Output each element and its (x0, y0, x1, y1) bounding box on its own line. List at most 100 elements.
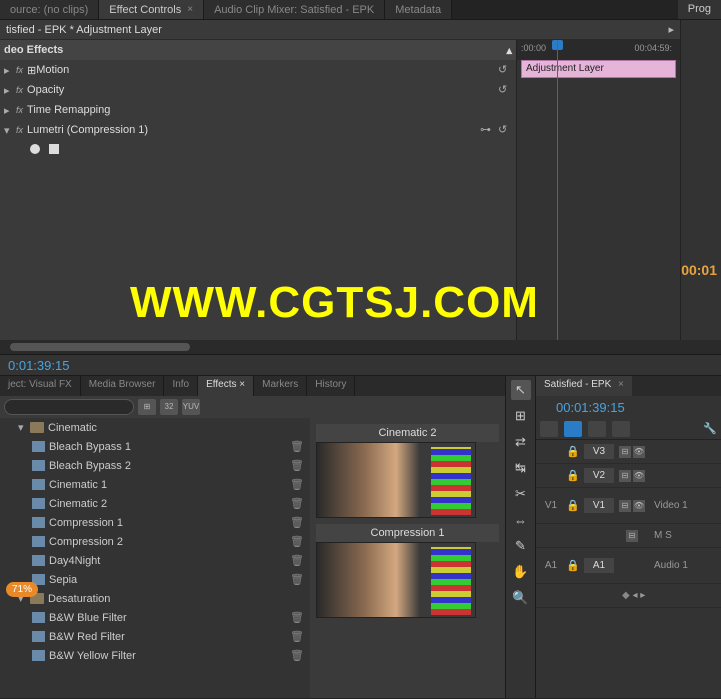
preview-thumbnail[interactable] (316, 442, 476, 518)
close-icon[interactable]: × (237, 379, 246, 390)
src-v1[interactable]: V1 (536, 500, 566, 511)
track-v1[interactable]: V1 (584, 498, 614, 513)
preset-item[interactable]: Day4Night (49, 555, 290, 567)
lumetri-square-icon[interactable] (49, 144, 59, 154)
delete-icon[interactable]: 🗑 (290, 573, 304, 587)
close-icon[interactable]: × (615, 379, 624, 390)
folder-cinematic[interactable]: Cinematic (48, 422, 310, 434)
delete-icon[interactable]: 🗑 (290, 630, 304, 644)
track-output-toggle[interactable]: ⊟ (619, 500, 631, 512)
preview-thumbnail[interactable] (316, 542, 476, 618)
reset-icon[interactable]: ↺ (498, 123, 512, 137)
tab-project[interactable]: ject: Visual FX (0, 376, 81, 396)
linked-selection-btn[interactable] (564, 421, 582, 437)
zoom-tool[interactable]: 🔍 (511, 588, 531, 608)
fx-accel-btn[interactable]: ⊞ (138, 399, 156, 415)
lock-icon[interactable]: 🔒 (566, 445, 584, 458)
twirl-icon[interactable]: ▾ (4, 124, 14, 137)
preset-item[interactable]: Cinematic 1 (49, 479, 290, 491)
folder-desaturation[interactable]: Desaturation (48, 593, 310, 605)
preset-item[interactable]: Compression 2 (49, 536, 290, 548)
tab-metadata[interactable]: Metadata (385, 0, 452, 19)
tab-markers[interactable]: Markers (254, 376, 307, 396)
delete-icon[interactable]: 🗑 (290, 611, 304, 625)
tab-source[interactable]: ource: (no clips) (0, 0, 99, 19)
lock-icon[interactable]: 🔒 (566, 499, 584, 512)
preset-item[interactable]: Sepia (49, 574, 290, 586)
tab-info[interactable]: Info (164, 376, 198, 396)
snap-btn[interactable] (540, 421, 558, 437)
twirl-icon[interactable]: ▸ (4, 64, 14, 77)
reset-icon[interactable]: ↺ (498, 63, 512, 77)
twirl-icon[interactable]: ▸ (4, 84, 14, 97)
keyframe-diamond-icon[interactable]: ◆ (622, 590, 630, 601)
effect-time-remapping[interactable]: Time Remapping (27, 104, 512, 116)
lumetri-circle-icon[interactable] (30, 144, 40, 154)
effect-motion[interactable]: Motion (36, 64, 494, 76)
lock-icon[interactable]: 🔒 (566, 469, 584, 482)
marker-btn[interactable] (588, 421, 606, 437)
delete-icon[interactable]: 🗑 (290, 478, 304, 492)
delete-icon[interactable]: 🗑 (290, 497, 304, 511)
clip-audio1[interactable]: Audio 1 (650, 560, 721, 571)
chevron-right-icon[interactable]: ▸ (640, 590, 645, 601)
preset-item[interactable]: B&W Red Filter (49, 631, 290, 643)
collapse-icon[interactable]: ▴ (506, 44, 512, 57)
reset-icon[interactable]: ↺ (498, 83, 512, 97)
tab-audio-mixer[interactable]: Audio Clip Mixer: Satisfied - EPK (204, 0, 385, 19)
hand-tool[interactable]: ✋ (511, 562, 531, 582)
razor-tool[interactable]: ✂ (511, 484, 531, 504)
lock-icon[interactable]: 🔒 (566, 559, 584, 572)
track-eye-toggle[interactable]: 👁 (633, 470, 645, 482)
setup-icon[interactable]: ⊶ (480, 123, 494, 137)
sequence-tab[interactable]: Satisfied - EPK × (536, 376, 632, 396)
delete-icon[interactable]: 🗑 (290, 649, 304, 663)
slip-tool[interactable]: ⇔ (511, 510, 531, 530)
preset-item[interactable]: Compression 1 (49, 517, 290, 529)
rolling-edit-tool[interactable]: ↹ (511, 458, 531, 478)
preset-item[interactable]: Bleach Bypass 2 (49, 460, 290, 472)
delete-icon[interactable]: 🗑 (290, 535, 304, 549)
play-icon[interactable]: ▸ (668, 23, 674, 36)
scrollbar-thumb[interactable] (10, 343, 190, 351)
pen-tool[interactable]: ✎ (511, 536, 531, 556)
preset-item[interactable]: Bleach Bypass 1 (49, 441, 290, 453)
effect-lumetri[interactable]: Lumetri (Compression 1) (27, 124, 476, 136)
tab-effects[interactable]: Effects × (198, 376, 254, 396)
track-output-toggle[interactable]: ⊟ (619, 446, 631, 458)
timeline-timecode[interactable]: 00:01:39:15 (556, 400, 625, 415)
mini-clip-adjustment-layer[interactable]: Adjustment Layer (521, 60, 676, 78)
clip-video1[interactable]: Video 1 (650, 500, 721, 511)
track-v2[interactable]: V2 (584, 468, 614, 483)
chevron-left-icon[interactable]: ◂ (630, 590, 641, 601)
settings-btn[interactable] (612, 421, 630, 437)
selection-tool[interactable]: ↖ (511, 380, 531, 400)
delete-icon[interactable]: 🗑 (290, 554, 304, 568)
twirl-icon[interactable]: ▾ (18, 421, 30, 434)
tab-media-browser[interactable]: Media Browser (81, 376, 165, 396)
src-a1[interactable]: A1 (536, 560, 566, 571)
ec-scrollbar[interactable] (0, 340, 721, 354)
tab-program[interactable]: Prog (678, 0, 721, 19)
track-select-tool[interactable]: ⊞ (511, 406, 531, 426)
delete-icon[interactable]: 🗑 (290, 516, 304, 530)
mute-toggle[interactable]: ⊟ (626, 530, 638, 542)
preset-item[interactable]: Cinematic 2 (49, 498, 290, 510)
track-eye-toggle[interactable]: 👁 (633, 446, 645, 458)
preset-item[interactable]: B&W Yellow Filter (49, 650, 290, 662)
twirl-icon[interactable]: ▸ (4, 104, 14, 117)
close-icon[interactable]: × (187, 4, 193, 15)
fx-32bit-btn[interactable]: 32 (160, 399, 178, 415)
delete-icon[interactable]: 🗑 (290, 440, 304, 454)
preset-item[interactable]: B&W Blue Filter (49, 612, 290, 624)
ripple-edit-tool[interactable]: ⇄ (511, 432, 531, 452)
tab-history[interactable]: History (307, 376, 355, 396)
track-a1[interactable]: A1 (584, 558, 614, 573)
track-eye-toggle[interactable]: 👁 (633, 500, 645, 512)
effects-search-input[interactable] (4, 399, 134, 415)
track-v3[interactable]: V3 (584, 444, 614, 459)
fx-yuv-btn[interactable]: YUV (182, 399, 200, 415)
wrench-icon[interactable]: 🔧 (703, 422, 717, 435)
tab-effect-controls[interactable]: Effect Controls× (99, 0, 204, 19)
track-output-toggle[interactable]: ⊟ (619, 470, 631, 482)
